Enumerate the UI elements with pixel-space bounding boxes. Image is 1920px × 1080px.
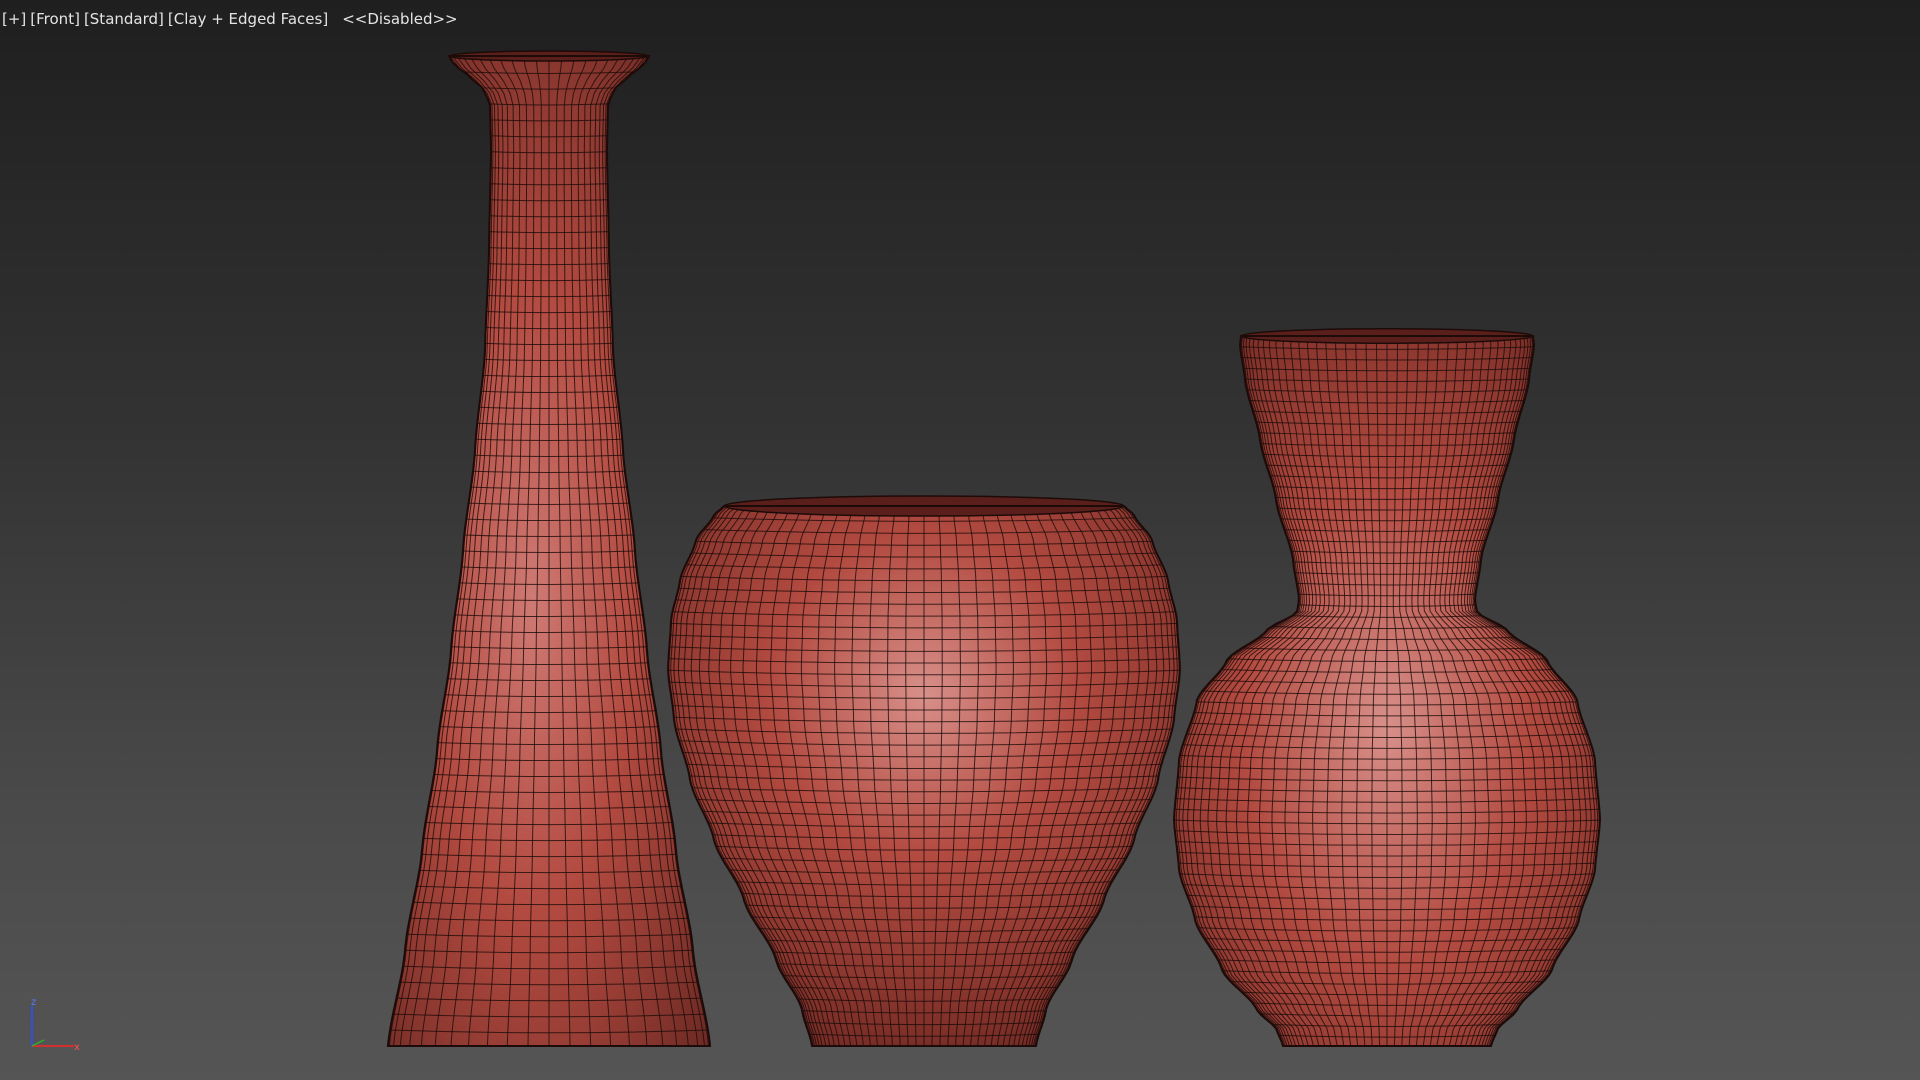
shading-mode-label[interactable]: [Clay + Edged Faces]: [166, 10, 330, 28]
tall-bottle-vase[interactable]: [386, 50, 712, 1049]
status-disabled-label[interactable]: <<Disabled>>: [340, 10, 459, 28]
axis-x-label: x: [74, 1042, 80, 1053]
view-label-front[interactable]: [Front]: [28, 10, 82, 28]
axis-tripod-icon: z x: [31, 997, 80, 1053]
render-mode-label[interactable]: [Standard]: [82, 10, 166, 28]
scene-canvas[interactable]: [0, 0, 1920, 1080]
flared-neck-vase[interactable]: [1172, 327, 1602, 1048]
viewport-label-bar: [+] [Front] [Standard] [Clay + Edged Fac…: [0, 8, 460, 30]
viewport-menu-button[interactable]: [+]: [0, 10, 28, 28]
viewport-front[interactable]: [+] [Front] [Standard] [Clay + Edged Fac…: [0, 0, 1920, 1080]
round-bowl-vase[interactable]: [667, 495, 1181, 1048]
axis-z-label: z: [31, 997, 36, 1008]
